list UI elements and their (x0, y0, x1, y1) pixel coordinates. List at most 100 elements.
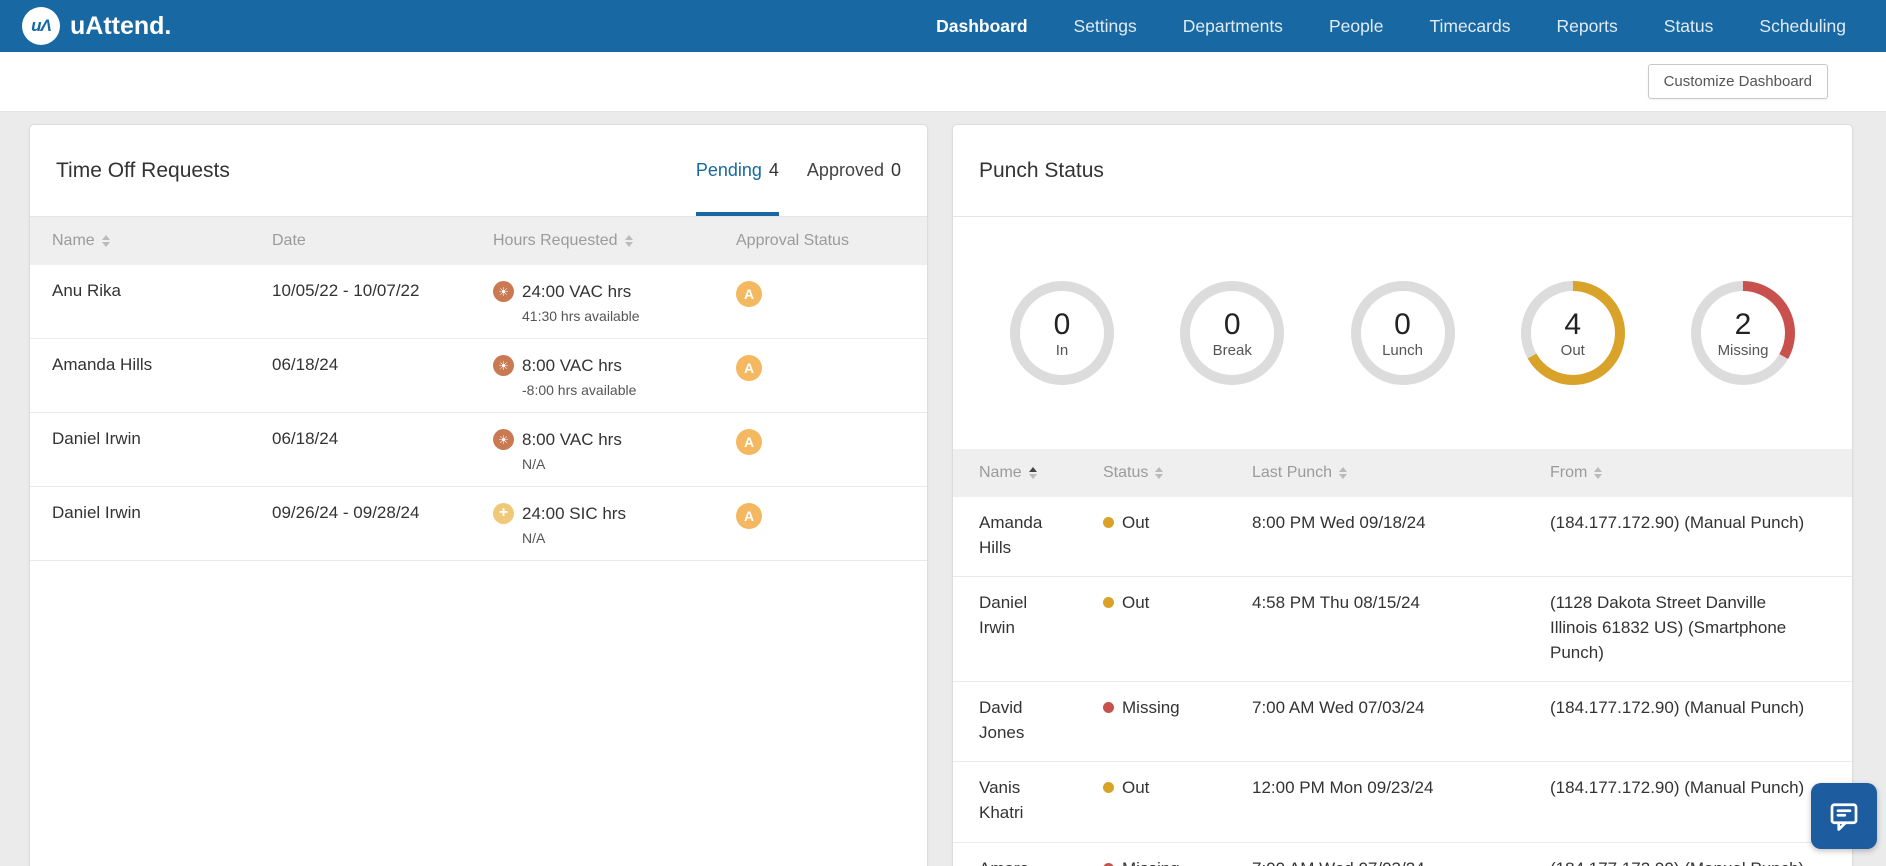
ring-label: Out (1560, 341, 1585, 359)
leave-type-icon (493, 503, 514, 524)
ring-value: 0 (1223, 307, 1241, 341)
time-off-tab[interactable]: Approved 0 (807, 125, 901, 216)
punch-column-header[interactable]: Last Punch (1252, 464, 1550, 482)
hours-available: N/A (522, 530, 546, 546)
time-off-row[interactable]: Anu Rika 10/05/22 - 10/07/22 24:00 VAC h… (30, 265, 927, 339)
employee-name: Amara Nkrumah (953, 843, 1103, 866)
status-label: Missing (1122, 698, 1180, 718)
sort-arrows-icon (624, 235, 633, 247)
punch-ring: 0 Break (1180, 281, 1285, 385)
time-off-row[interactable]: Daniel Irwin 09/26/24 - 09/28/24 24:00 S… (30, 487, 927, 561)
time-off-requests-card: Time Off Requests Pending 4 Approved 0 N… (29, 124, 928, 866)
nav-item[interactable]: Departments (1183, 16, 1283, 37)
approval-status-badge[interactable]: A (736, 429, 762, 455)
tab-label: Pending (695, 160, 762, 180)
punch-status-cell: Out (1103, 497, 1252, 552)
approval-status-badge[interactable]: A (736, 355, 762, 381)
punch-origin: (1128 Dakota Street Danville Illinois 61… (1550, 593, 1787, 662)
request-date: 09/26/24 - 09/28/24 (272, 503, 420, 522)
nav-item-label: Departments (1182, 15, 1283, 36)
nav-item[interactable]: Settings (1074, 16, 1137, 37)
leave-type-icon (493, 429, 514, 450)
approval-status-badge[interactable]: A (736, 281, 762, 307)
status-label: Out (1122, 778, 1150, 798)
column-label: Date (272, 232, 306, 249)
sort-arrows-icon (1339, 467, 1348, 479)
last-punch-time: 8:00 PM Wed 09/18/24 (1252, 513, 1426, 532)
hours-available: -8:00 hrs available (522, 382, 637, 398)
punch-column-header[interactable]: Name (953, 464, 1103, 482)
chat-launcher-button[interactable] (1811, 783, 1877, 849)
employee-name: Daniel Irwin (979, 593, 1028, 637)
punch-status-cell: Missing (1103, 843, 1252, 866)
sort-arrows-icon (1155, 467, 1164, 479)
nav-item[interactable]: Reports (1556, 16, 1617, 37)
punch-status-row[interactable]: Daniel Irwin Out 4:58 PM Thu 08/15/24 (1… (953, 577, 1852, 683)
nav-item-label: Dashboard (936, 15, 1028, 36)
punch-status-row[interactable]: Vanis Khatri Out 12:00 PM Mon 09/23/24 (… (953, 762, 1852, 843)
punch-status-row[interactable]: David Jones Missing 7:00 AM Wed 07/03/24… (953, 682, 1852, 763)
column-label: Name (52, 232, 95, 249)
nav-item[interactable]: People (1329, 16, 1384, 37)
status-label: Out (1122, 513, 1150, 532)
nav-item-label: Settings (1073, 15, 1137, 36)
request-date: 06/18/24 (272, 429, 339, 448)
status-label: Out (1122, 593, 1150, 613)
hours-requested-cell: 8:00 VAC hrs N/A (493, 413, 736, 484)
chat-bubble-icon (1830, 803, 1858, 831)
time-off-row[interactable]: Amanda Hills 06/18/24 8:00 VAC hrs -8:00… (30, 339, 927, 413)
punch-status-rings: 0 In 0 Break 0 Lunch 4 Out 2 Missing (953, 217, 1852, 449)
punch-status-cell: Out (1103, 762, 1252, 817)
employee-name: Amanda Hills (52, 355, 153, 374)
last-punch-time: 7:00 AM Wed 07/03/24 (1252, 843, 1550, 866)
time-off-column-header[interactable]: Hours Requested (493, 232, 736, 250)
brand[interactable]: uΛ uAttend. (22, 7, 171, 45)
punch-ring: 0 Lunch (1350, 281, 1455, 385)
request-date: 06/18/24 (272, 355, 339, 374)
approval-status-badge[interactable]: A (736, 503, 762, 529)
punch-status-row[interactable]: Amanda Hills Out 8:00 PM Wed 09/18/24 (1… (953, 497, 1852, 578)
time-off-column-header[interactable]: Name (30, 232, 272, 250)
nav-item[interactable]: Status (1664, 16, 1714, 37)
leave-type-icon (493, 281, 514, 302)
employee-name: David Jones (979, 698, 1025, 742)
nav-item-label: Reports (1556, 15, 1618, 36)
ring-value: 2 (1734, 307, 1752, 341)
punch-status-card-header: Punch Status (953, 125, 1852, 217)
time-off-tabs: Pending 4 Approved 0 (695, 125, 901, 216)
approval-cell: A (736, 339, 927, 393)
ring-label: Break (1212, 341, 1252, 359)
status-dot-icon (1103, 597, 1114, 609)
punch-status-cell: Out (1103, 577, 1252, 632)
employee-name: Anu Rika (52, 281, 121, 300)
nav-item[interactable]: Scheduling (1759, 16, 1846, 37)
hours-requested: 8:00 VAC hrs (522, 355, 622, 375)
ring-value: 4 (1564, 307, 1582, 341)
punch-status-row[interactable]: Amara Nkrumah Missing 7:00 AM Wed 07/03/… (953, 843, 1852, 866)
brand-name: uAttend. (70, 11, 172, 40)
customize-dashboard-button[interactable]: Customize Dashboard (1647, 64, 1828, 99)
punch-column-header[interactable]: Status (1103, 464, 1252, 482)
column-label: Last Punch (1252, 464, 1333, 481)
nav-item[interactable]: Dashboard (936, 16, 1027, 37)
time-off-row[interactable]: Daniel Irwin 06/18/24 8:00 VAC hrs N/A A (30, 413, 927, 487)
hours-available: N/A (522, 456, 546, 472)
status-dot-icon (1103, 702, 1114, 714)
column-label: Name (979, 464, 1022, 481)
nav-item-label: People (1328, 15, 1384, 36)
punch-status-card: Punch Status 0 In 0 Break 0 Lunch 4 Out … (952, 124, 1853, 866)
time-off-table-header: Name Date Hours Requested Approval Statu… (30, 217, 927, 265)
ring-label: In (1055, 341, 1069, 359)
nav-item-label: Status (1663, 15, 1714, 36)
leave-type-icon (493, 355, 514, 376)
column-label: Approval Status (736, 232, 849, 249)
logo-mark: uΛ (31, 16, 52, 35)
request-date: 10/05/22 - 10/07/22 (272, 281, 420, 300)
approval-cell: A (736, 265, 927, 319)
punch-column-header[interactable]: From (1550, 464, 1852, 482)
sort-arrows-icon (101, 235, 110, 247)
time-off-tab[interactable]: Pending 4 (695, 125, 780, 216)
ring-value: 0 (1053, 307, 1071, 341)
nav-item[interactable]: Timecards (1429, 16, 1510, 37)
time-off-column-header: Approval Status (736, 232, 927, 250)
